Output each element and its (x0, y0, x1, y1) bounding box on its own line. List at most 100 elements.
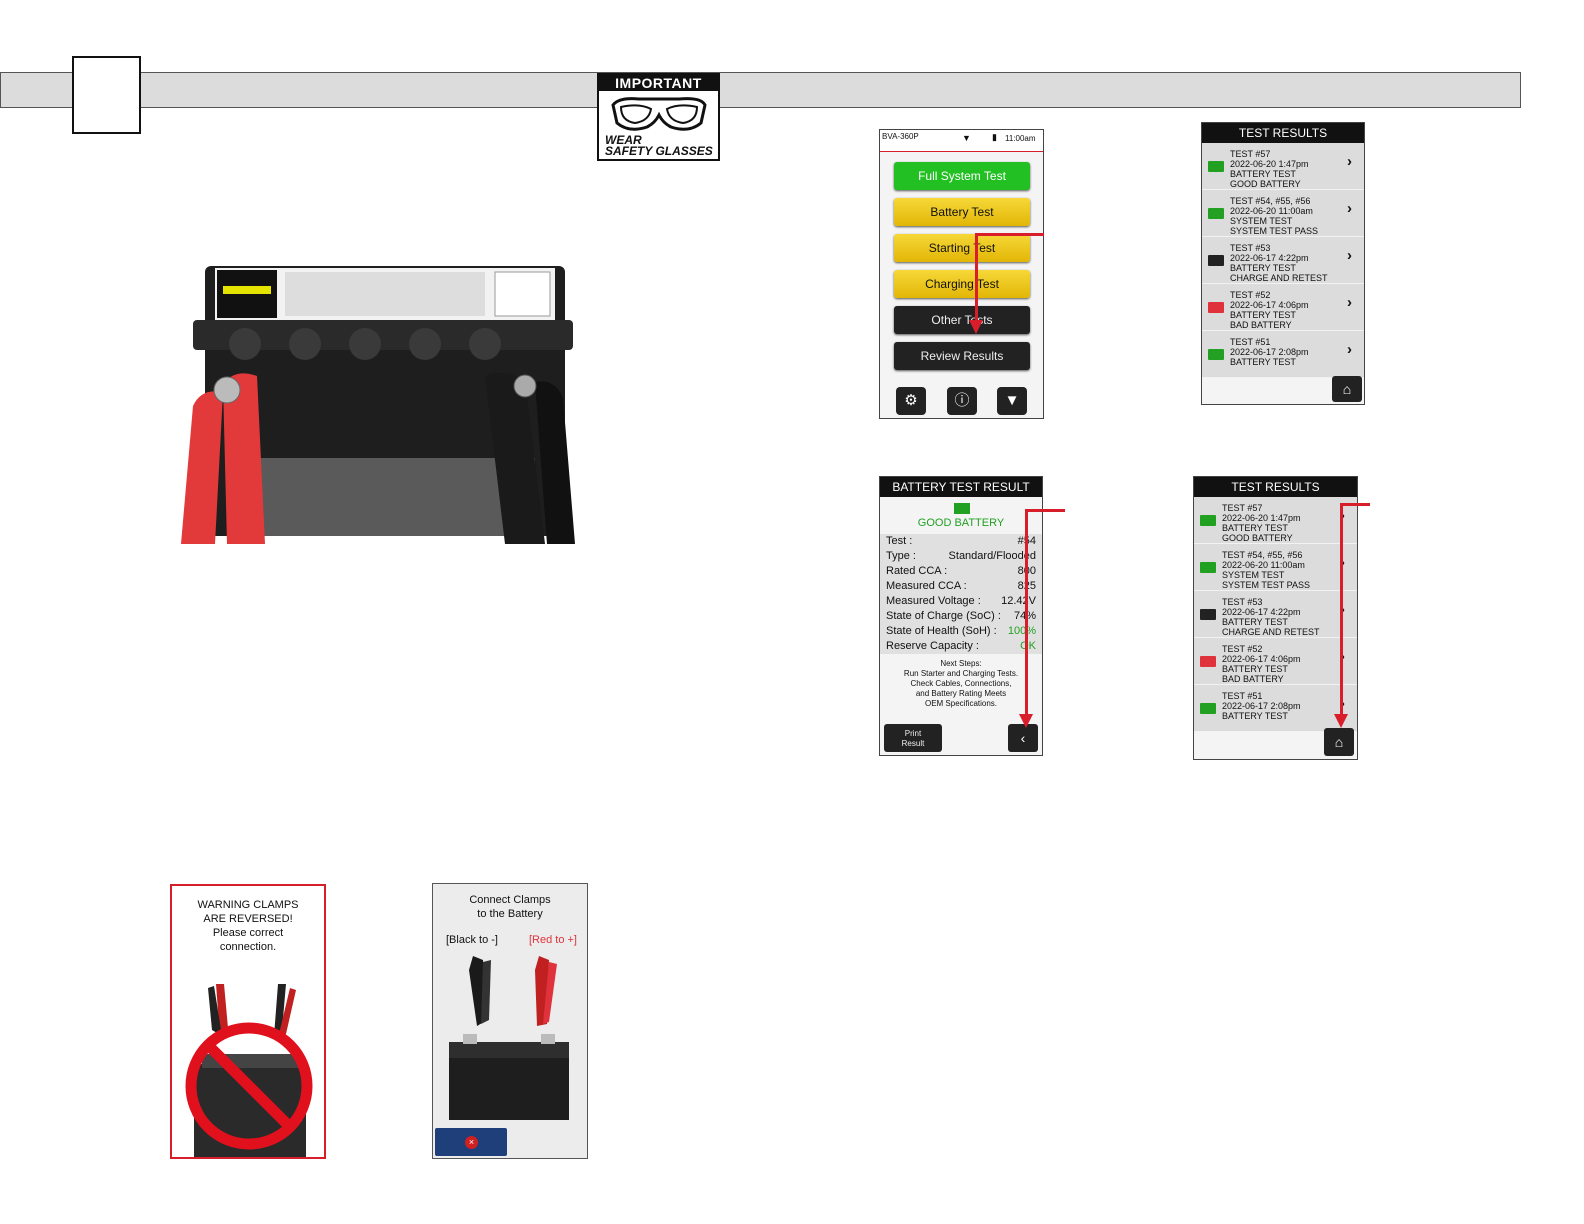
model-label: BVA-360P (882, 132, 919, 141)
next-steps-text: Next Steps: Run Starter and Charging Tes… (903, 659, 1019, 708)
result-line: BATTERY TEST (1222, 617, 1288, 627)
print-result-button[interactable]: Print Result (884, 724, 942, 752)
result-line: SYSTEM TEST (1230, 216, 1293, 226)
main-menu-screen: BVA-360P ▼ ▮ 11:00am Full System Test Ba… (879, 129, 1044, 419)
battery-status-label: GOOD BATTERY (917, 517, 1005, 529)
chevron-right-icon[interactable]: › (1347, 154, 1352, 169)
battery-status-icon (1200, 515, 1216, 526)
full-system-test-button[interactable]: Full System Test (894, 162, 1030, 190)
result-list-item[interactable]: TEST #53 2022-06-17 4:22pm BATTERY TEST CHA… (1194, 591, 1357, 638)
result-list-item[interactable]: TEST #57 2022-06-20 1:47pm BATTERY TEST GOO… (1202, 143, 1364, 190)
callout-arrow-head (1334, 714, 1348, 728)
chevron-right-icon[interactable]: › (1347, 248, 1352, 263)
good-battery-icon (954, 503, 970, 514)
callout-arrow-line (1025, 509, 1028, 717)
callout-arrow-head (1019, 714, 1033, 728)
callout-arrow-line (975, 233, 1044, 236)
important-label: IMPORTANT (599, 75, 718, 91)
result-line: TEST #51 (1230, 337, 1271, 347)
callout-arrow-line (1340, 503, 1343, 717)
result-list-item[interactable]: TEST #512022-06-17 2:08pmBATTERY TEST › (1202, 331, 1364, 378)
home-icon[interactable]: ⌂ (1332, 376, 1362, 402)
connect-clamps-screen: Connect Clamps to the Battery [Black to … (432, 883, 588, 1159)
result-row: Rated CCA :800 (880, 564, 1042, 579)
callout-arrow-line (1025, 509, 1065, 512)
close-icon: × (465, 1136, 478, 1149)
result-line: BATTERY TEST (1230, 263, 1296, 273)
battery-test-result-title: BATTERY TEST RESULT (880, 477, 1042, 497)
result-line: TEST #57 (1230, 149, 1271, 159)
result-line: 2022-06-17 2:08pm (1222, 701, 1301, 711)
result-line: TEST #54, #55, #56 (1222, 550, 1303, 560)
callout-arrow-line (975, 233, 978, 323)
result-line: BATTERY TEST (1230, 169, 1296, 179)
result-line: BATTERY TEST (1222, 523, 1288, 533)
warning-text: WARNING CLAMPS ARE REVERSED! Please corr… (197, 899, 299, 953)
result-line: 2022-06-17 2:08pm (1230, 347, 1309, 357)
result-list-item[interactable]: TEST #52 2022-06-17 4:06pm BATTERY TEST BAD… (1194, 638, 1357, 685)
test-results-title: TEST RESULTS (1202, 123, 1364, 143)
result-row: Test :#54 (880, 534, 1042, 549)
result-line: CHARGE AND RETEST (1222, 627, 1320, 637)
warning-clamps-reversed-screen: WARNING CLAMPS ARE REVERSED! Please corr… (170, 884, 326, 1159)
home-icon[interactable]: ⌂ (1324, 728, 1354, 756)
test-results-screen: TEST RESULTS TEST #57 2022-06-20 1:47pm BA… (1201, 122, 1365, 405)
chevron-right-icon[interactable]: › (1347, 201, 1352, 216)
connect-title: Connect Clamps to the Battery (469, 894, 551, 920)
other-tests-button[interactable]: Other Tests (894, 306, 1030, 334)
chevron-right-icon[interactable]: › (1347, 342, 1352, 357)
battery-status-icon (1200, 562, 1216, 573)
result-line: TEST #53 (1222, 597, 1263, 607)
result-list-item[interactable]: TEST #53 2022-06-17 4:22pm BATTERY TEST CHA… (1202, 237, 1364, 284)
result-line: TEST #54, #55, #56 (1230, 196, 1311, 206)
result-row: Measured CCA :825 (880, 579, 1042, 594)
result-line: TEST #51 (1222, 691, 1263, 701)
result-list-item[interactable]: TEST #57 2022-06-20 1:47pm BATTERY TEST GOO… (1194, 497, 1357, 544)
battery-status-icon (1208, 349, 1224, 360)
info-icon[interactable]: ⓘ (947, 387, 977, 415)
result-list-item[interactable]: TEST #54, #55, #56 2022-06-20 11:00am SYST… (1202, 190, 1364, 237)
result-line: 2022-06-17 4:22pm (1222, 607, 1301, 617)
starting-test-button[interactable]: Starting Test (894, 234, 1030, 262)
chevron-right-icon[interactable]: › (1347, 295, 1352, 310)
result-list-item[interactable]: TEST #52 2022-06-17 4:06pm BATTERY TEST BAD… (1202, 284, 1364, 331)
wifi-icon: ▼ (962, 133, 971, 143)
back-chevron-icon[interactable]: ‹ (1008, 724, 1038, 752)
battery-test-button[interactable]: Battery Test (894, 198, 1030, 226)
red-clamp-label: [Red to +] (528, 934, 577, 946)
result-line: BAD BATTERY (1222, 674, 1284, 684)
result-line: TEST #57 (1222, 503, 1263, 513)
result-list-item[interactable]: TEST #54, #55, #56 2022-06-20 11:00am SYST… (1194, 544, 1357, 591)
step-number-box (72, 56, 141, 134)
result-line: BATTERY TEST (1230, 357, 1296, 367)
test-results-title: TEST RESULTS (1194, 477, 1357, 497)
battery-status-icon (1200, 703, 1216, 714)
safety-glasses-notice: IMPORTANT WEAR SAFETY GLASSES (597, 73, 720, 161)
result-line: SYSTEM TEST PASS (1230, 226, 1319, 236)
battery-status-icon (1208, 255, 1224, 266)
callout-arrow-line (1340, 503, 1370, 506)
flashlight-icon[interactable]: ▼ (997, 387, 1027, 415)
cancel-button[interactable]: × (435, 1128, 507, 1156)
safety-glasses-label: SAFETY GLASSES (605, 144, 713, 158)
result-line: BAD BATTERY (1230, 320, 1292, 330)
review-results-button[interactable]: Review Results (894, 342, 1030, 370)
clamps-battery-illustration (449, 956, 569, 1120)
gear-icon[interactable]: ⚙ (896, 387, 926, 415)
battery-status-icon: ▮ (992, 132, 997, 142)
prohibited-clamps-icon (185, 984, 313, 1157)
result-line: TEST #52 (1222, 644, 1263, 654)
result-row: State of Health (SoH) :100% (880, 624, 1042, 639)
battery-clamps-photo (181, 266, 575, 544)
result-list-item[interactable]: TEST #512022-06-17 2:08pmBATTERY TEST› (1194, 685, 1357, 732)
result-line: CHARGE AND RETEST (1230, 273, 1328, 283)
charging-test-button[interactable]: Charging Test (894, 270, 1030, 298)
battery-status-icon (1200, 609, 1216, 620)
result-row: Type : Standard/Flooded (880, 549, 1042, 564)
result-line: 2022-06-20 11:00am (1230, 206, 1313, 216)
result-line: BATTERY TEST (1230, 310, 1296, 320)
battery-status-icon (1200, 656, 1216, 667)
result-line: SYSTEM TEST PASS (1222, 580, 1311, 590)
callout-arrow-head (969, 320, 983, 334)
result-line: BATTERY TEST (1222, 664, 1288, 674)
